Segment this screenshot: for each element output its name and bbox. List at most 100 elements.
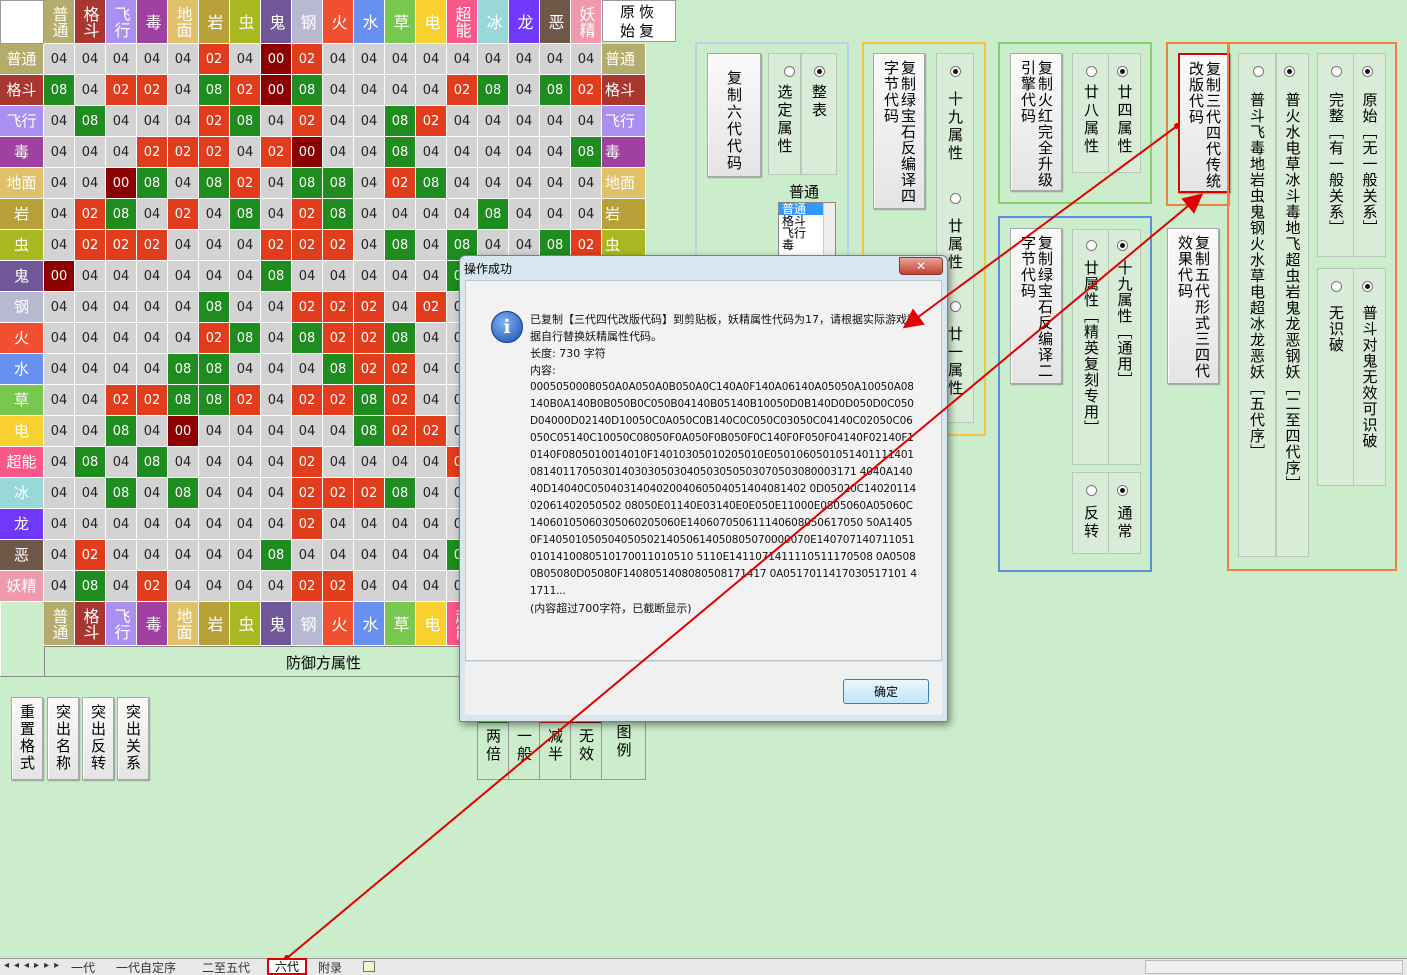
type-chart-cell[interactable]: 04 bbox=[416, 478, 447, 509]
attack-type-header[interactable]: 地面 bbox=[168, 0, 199, 44]
type-chart-cell[interactable]: 04 bbox=[385, 292, 416, 323]
defense-type-header[interactable]: 岩 bbox=[0, 199, 44, 230]
tab-gen2-5[interactable]: 二至五代 bbox=[196, 959, 256, 975]
defense-type-header-right[interactable]: 飞行 bbox=[602, 106, 646, 137]
type-chart-cell[interactable]: 04 bbox=[416, 323, 447, 354]
type-chart-cell[interactable]: 04 bbox=[323, 261, 354, 292]
radio-selected-type[interactable] bbox=[784, 66, 795, 77]
radio-20-types-elite[interactable] bbox=[1086, 240, 1097, 251]
type-chart-cell[interactable]: 04 bbox=[44, 323, 75, 354]
type-chart-cell[interactable]: 02 bbox=[354, 354, 385, 385]
type-chart-cell[interactable]: 02 bbox=[571, 75, 602, 106]
type-chart-cell[interactable]: 04 bbox=[385, 199, 416, 230]
radio-normal[interactable] bbox=[1117, 485, 1128, 496]
type-chart-cell[interactable]: 04 bbox=[75, 261, 106, 292]
type-chart-cell[interactable]: 04 bbox=[447, 168, 478, 199]
type-chart-cell[interactable]: 02 bbox=[75, 540, 106, 571]
type-chart-cell[interactable]: 04 bbox=[323, 416, 354, 447]
attack-type-footer[interactable]: 水 bbox=[354, 602, 385, 646]
type-chart-cell[interactable]: 08 bbox=[106, 478, 137, 509]
type-chart-cell[interactable]: 04 bbox=[168, 292, 199, 323]
type-chart-cell[interactable]: 04 bbox=[416, 509, 447, 540]
type-chart-cell[interactable]: 04 bbox=[199, 261, 230, 292]
type-chart-cell[interactable]: 08 bbox=[106, 416, 137, 447]
type-chart-cell[interactable]: 04 bbox=[75, 385, 106, 416]
type-chart-cell[interactable]: 04 bbox=[261, 416, 292, 447]
type-chart-cell[interactable]: 08 bbox=[75, 447, 106, 478]
type-chart-cell[interactable]: 04 bbox=[416, 75, 447, 106]
type-chart-cell[interactable]: 04 bbox=[416, 261, 447, 292]
copy-gen5-style-button[interactable]: 复制五代形式三四代效果代码 bbox=[1167, 228, 1219, 384]
type-chart-cell[interactable]: 00 bbox=[106, 168, 137, 199]
type-chart-cell[interactable]: 04 bbox=[478, 106, 509, 137]
type-chart-cell[interactable]: 04 bbox=[385, 261, 416, 292]
type-chart-cell[interactable]: 04 bbox=[323, 447, 354, 478]
type-chart-cell[interactable]: 02 bbox=[416, 292, 447, 323]
attack-type-footer[interactable]: 普通 bbox=[44, 602, 75, 646]
radio-no-detect[interactable] bbox=[1331, 281, 1342, 292]
attack-type-footer[interactable]: 火 bbox=[323, 602, 354, 646]
type-chart-cell[interactable]: 04 bbox=[416, 230, 447, 261]
type-chart-cell[interactable]: 04 bbox=[44, 416, 75, 447]
type-chart-cell[interactable]: 04 bbox=[44, 168, 75, 199]
type-chart-cell[interactable]: 04 bbox=[509, 168, 540, 199]
defense-type-header[interactable]: 草 bbox=[0, 385, 44, 416]
radio-original[interactable] bbox=[1362, 66, 1373, 77]
defense-type-header[interactable]: 普通 bbox=[0, 44, 44, 75]
type-chart-cell[interactable]: 04 bbox=[75, 44, 106, 75]
defense-type-header-right[interactable]: 格斗 bbox=[602, 75, 646, 106]
option-20-types-elite[interactable]: 廿属性［精英复刻专用］ bbox=[1072, 229, 1110, 465]
attack-type-footer[interactable]: 虫 bbox=[230, 602, 261, 646]
ok-button[interactable]: 确定 bbox=[843, 679, 929, 704]
attack-type-header[interactable]: 鬼 bbox=[261, 0, 292, 44]
type-chart-cell[interactable]: 04 bbox=[106, 323, 137, 354]
type-chart-cell[interactable]: 08 bbox=[137, 168, 168, 199]
type-chart-cell[interactable]: 08 bbox=[199, 75, 230, 106]
type-chart-cell[interactable]: 04 bbox=[230, 354, 261, 385]
type-chart-cell[interactable]: 04 bbox=[168, 106, 199, 137]
type-chart-cell[interactable]: 02 bbox=[416, 416, 447, 447]
type-chart-cell[interactable]: 04 bbox=[354, 137, 385, 168]
reset-format-button[interactable]: 重置格式 bbox=[11, 697, 43, 780]
type-chart-cell[interactable]: 04 bbox=[75, 292, 106, 323]
type-chart-cell[interactable]: 02 bbox=[385, 385, 416, 416]
radio-gen24-order[interactable] bbox=[1284, 66, 1295, 77]
type-chart-cell[interactable]: 02 bbox=[292, 509, 323, 540]
type-chart-cell[interactable]: 04 bbox=[75, 168, 106, 199]
type-chart-cell[interactable]: 02 bbox=[354, 323, 385, 354]
type-chart-cell[interactable]: 02 bbox=[75, 230, 106, 261]
type-chart-cell[interactable]: 02 bbox=[292, 230, 323, 261]
type-chart-cell[interactable]: 04 bbox=[44, 478, 75, 509]
type-chart-cell[interactable]: 02 bbox=[447, 75, 478, 106]
type-chart-cell[interactable]: 04 bbox=[354, 571, 385, 602]
type-chart-cell[interactable]: 04 bbox=[385, 75, 416, 106]
type-chart-cell[interactable]: 00 bbox=[261, 75, 292, 106]
type-chart-cell[interactable]: 04 bbox=[106, 106, 137, 137]
type-chart-cell[interactable]: 08 bbox=[540, 75, 571, 106]
type-chart-cell[interactable]: 04 bbox=[168, 447, 199, 478]
type-chart-cell[interactable]: 02 bbox=[385, 416, 416, 447]
type-chart-cell[interactable]: 04 bbox=[261, 447, 292, 478]
type-chart-cell[interactable]: 04 bbox=[106, 292, 137, 323]
type-chart-cell[interactable]: 04 bbox=[509, 44, 540, 75]
attack-type-header[interactable]: 钢 bbox=[292, 0, 323, 44]
radio-full-table[interactable] bbox=[814, 66, 825, 77]
type-chart-cell[interactable]: 02 bbox=[292, 385, 323, 416]
type-chart-cell[interactable]: 04 bbox=[509, 106, 540, 137]
copy-firered-button[interactable]: 复制火红完全升级引擎代码 bbox=[1010, 53, 1062, 191]
type-chart-cell[interactable]: 04 bbox=[137, 509, 168, 540]
defense-type-header-right[interactable]: 地面 bbox=[602, 168, 646, 199]
type-chart-cell[interactable]: 04 bbox=[261, 385, 292, 416]
type-chart-cell[interactable]: 08 bbox=[385, 106, 416, 137]
type-chart-cell[interactable]: 02 bbox=[106, 75, 137, 106]
type-chart-cell[interactable]: 02 bbox=[292, 447, 323, 478]
type-chart-cell[interactable]: 00 bbox=[292, 137, 323, 168]
type-chart-cell[interactable]: 02 bbox=[230, 385, 261, 416]
defense-type-header[interactable]: 钢 bbox=[0, 292, 44, 323]
type-chart-cell[interactable]: 04 bbox=[292, 540, 323, 571]
type-chart-cell[interactable]: 04 bbox=[385, 44, 416, 75]
copy-emerald-2byte-button[interactable]: 复制绿宝石反编译二字节代码 bbox=[1010, 228, 1062, 384]
type-chart-cell[interactable]: 04 bbox=[137, 354, 168, 385]
type-chart-cell[interactable]: 02 bbox=[261, 137, 292, 168]
type-chart-cell[interactable]: 04 bbox=[416, 540, 447, 571]
